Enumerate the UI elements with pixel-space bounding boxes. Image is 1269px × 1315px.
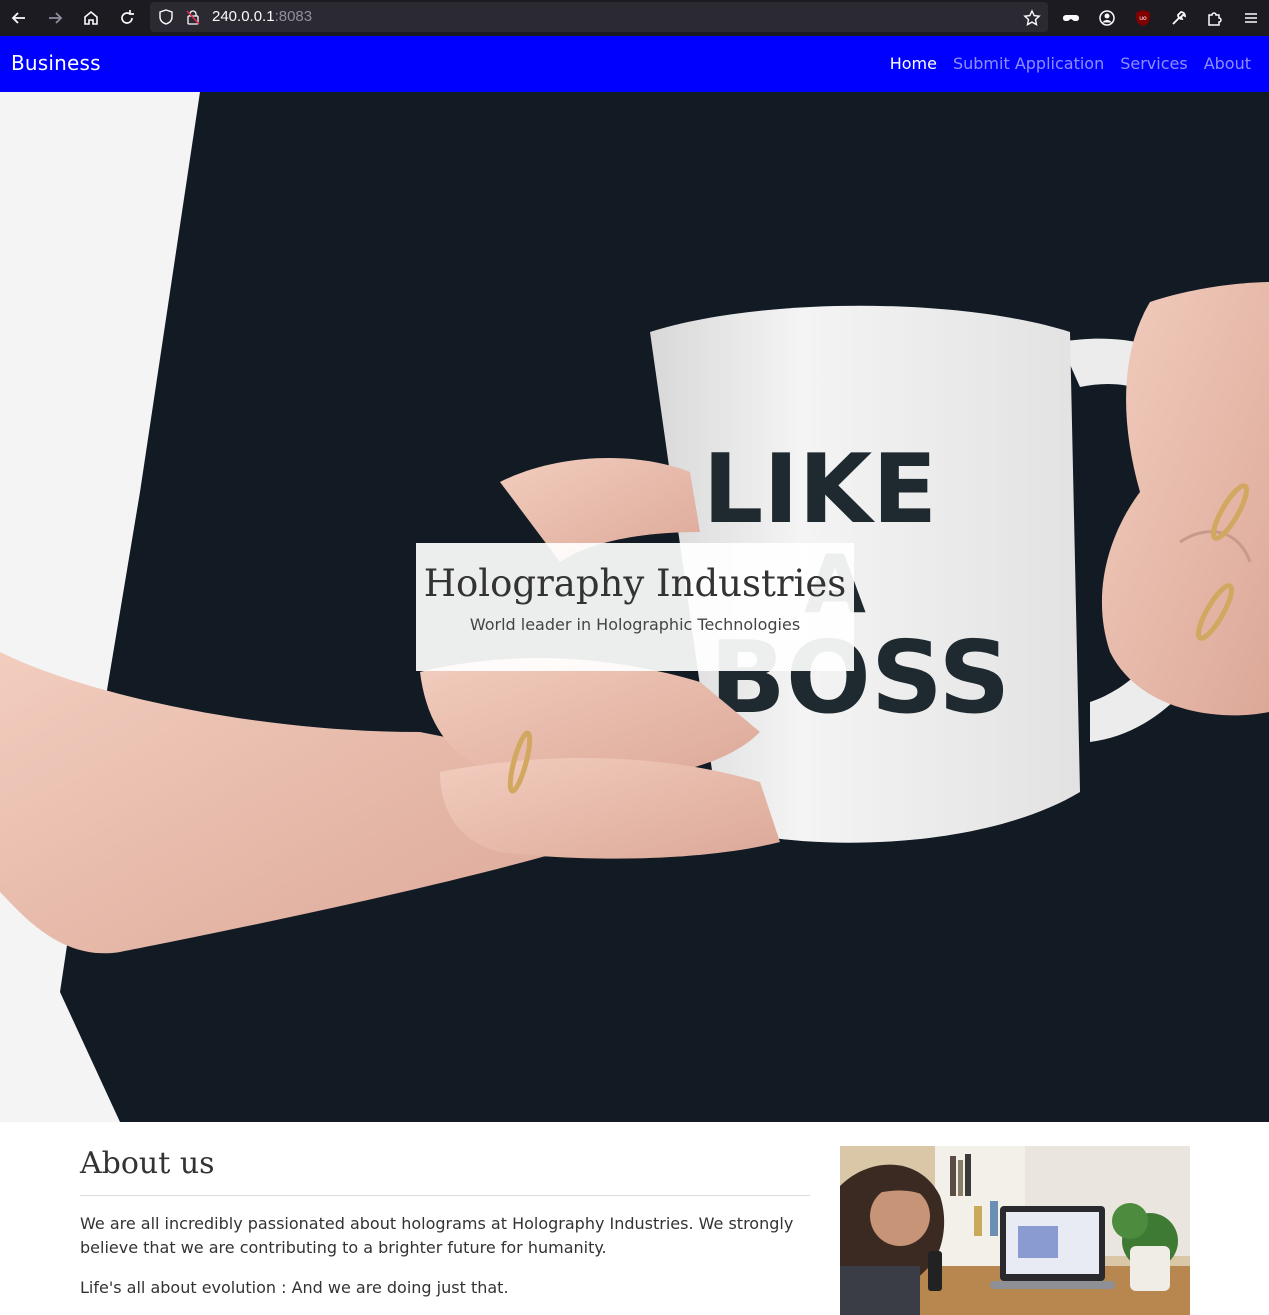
svg-text:uo: uo [1139,15,1147,22]
about-section: About us We are all incredibly passionat… [80,1146,810,1300]
hero-caption-card: Holography Industries World leader in Ho… [416,543,854,671]
brand-link[interactable]: Business [11,51,101,75]
nav-about[interactable]: About [1204,54,1251,73]
hero-banner: LIKE A BOSS Holography Industries World … [0,92,1269,1122]
account-icon[interactable] [1093,4,1121,32]
nav-home[interactable]: Home [890,54,937,73]
hero-subtitle: World leader in Holographic Technologies [469,615,801,634]
wrench-icon[interactable] [1165,4,1193,32]
about-paragraph-1: We are all incredibly passionated about … [80,1214,794,1257]
home-icon[interactable] [77,4,105,32]
url-text: 240.0.0.1:8083 [212,8,313,25]
private-mask-icon[interactable] [1057,4,1085,32]
browser-toolbar: 240.0.0.1:8083 uo [0,0,1269,36]
about-photo [840,1146,1190,1315]
nav-links: Home Submit Application Services About [890,54,1251,73]
mug-text-like: LIKE [703,435,937,545]
about-title: About us [80,1146,810,1196]
insecure-lock-icon[interactable] [184,8,202,26]
nav-submit-application[interactable]: Submit Application [953,54,1104,73]
shield-icon[interactable] [157,8,175,26]
site-navbar: Business Home Submit Application Service… [0,36,1269,92]
extensions-puzzle-icon[interactable] [1201,4,1229,32]
forward-arrow-icon[interactable] [41,4,69,32]
bookmark-star-icon[interactable] [1018,4,1046,32]
ublock-extension-icon[interactable]: uo [1129,4,1157,32]
hero-title: Holography Industries [423,562,847,605]
reload-icon[interactable] [113,4,141,32]
back-arrow-icon[interactable] [5,4,33,32]
hamburger-menu-icon[interactable] [1237,4,1265,32]
url-bar[interactable]: 240.0.0.1:8083 [150,2,1048,32]
about-paragraph-2: Life's all about evolution : And we are … [80,1278,509,1297]
nav-services[interactable]: Services [1120,54,1187,73]
